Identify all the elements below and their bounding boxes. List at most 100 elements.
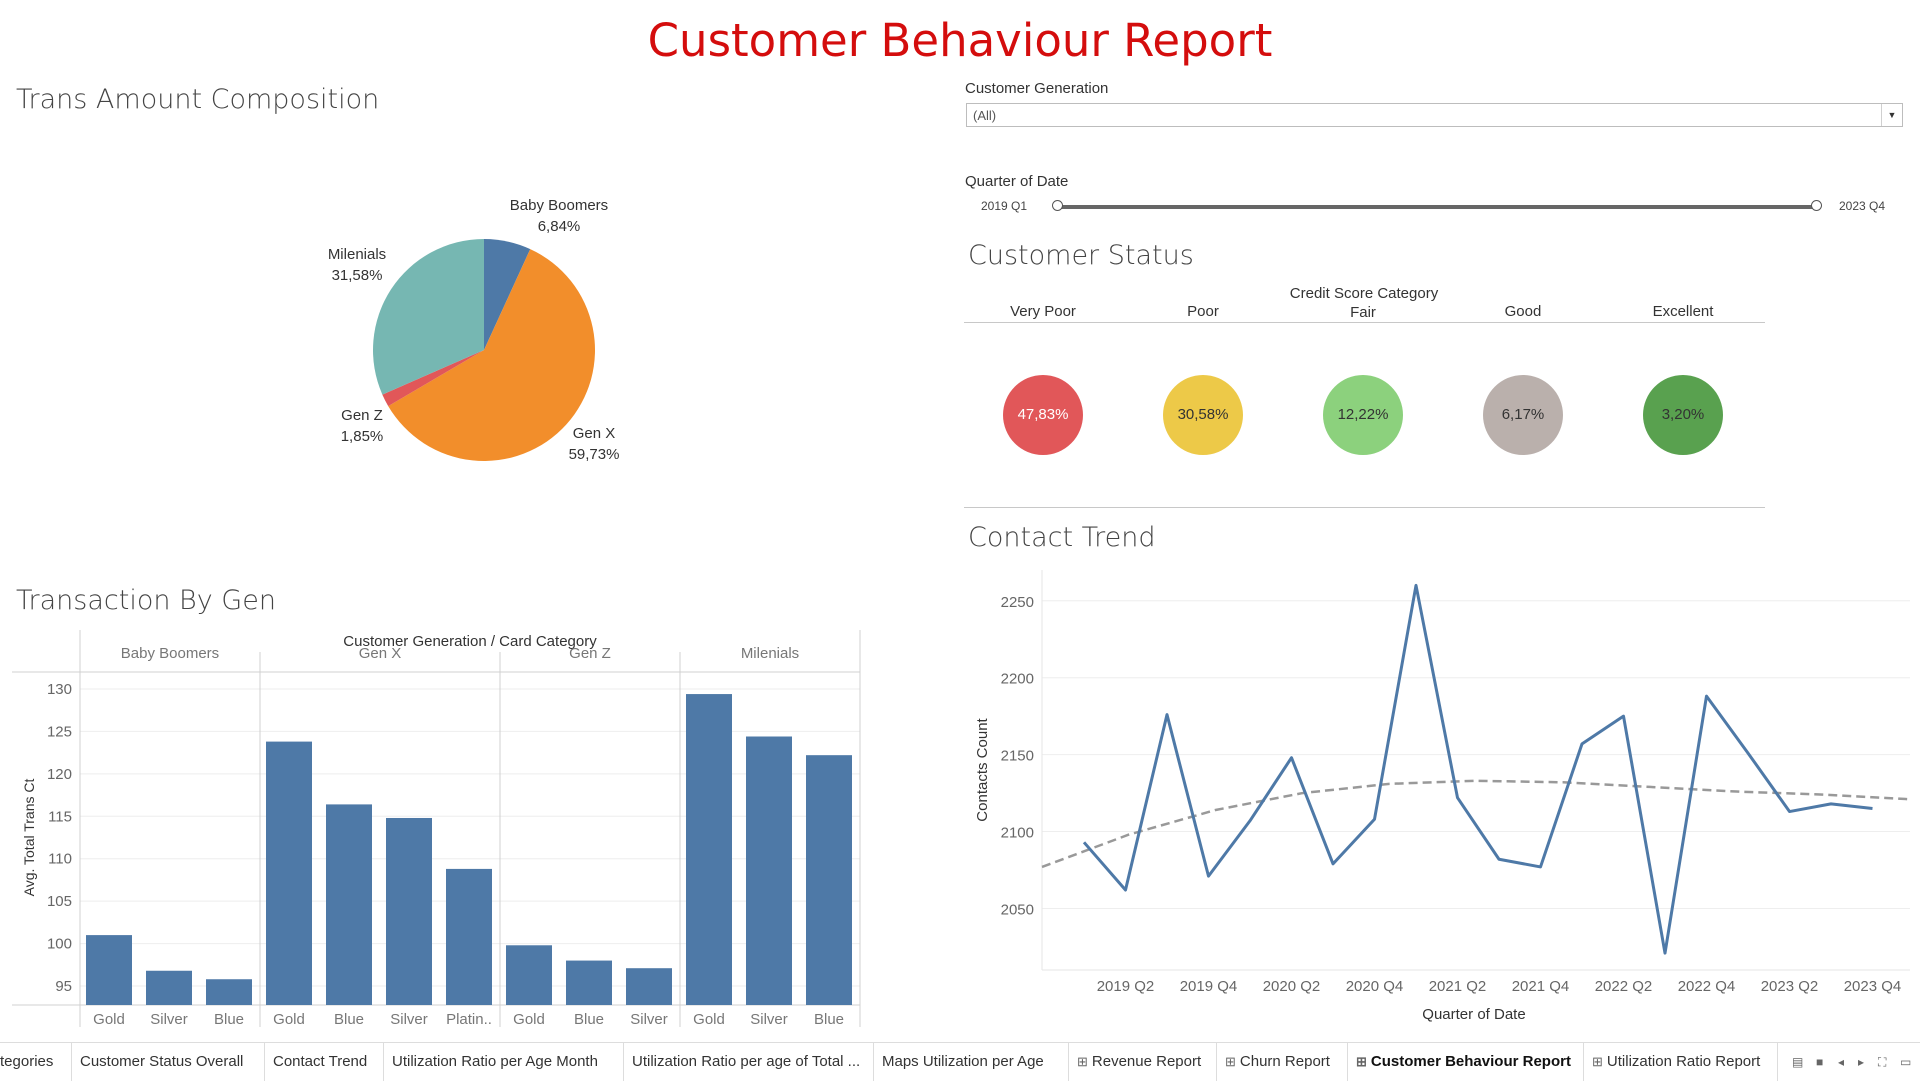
bar-y-tick: 105 (47, 893, 72, 910)
tab-label: Churn Report (1239, 1053, 1330, 1070)
tab-tegories[interactable]: tegories (0, 1043, 72, 1081)
customer-generation-dropdown[interactable]: (All) ▼ (966, 103, 1903, 127)
status-col-poor: Poor (1187, 303, 1219, 320)
bar-baby-boomers-silver[interactable] (146, 970, 192, 1005)
pie-label-name: Gen X (573, 425, 616, 442)
fullscreen-icon[interactable]: ⛶ (1878, 1055, 1886, 1070)
tab-utilization-ratio-per-age-of-total[interactable]: Utilization Ratio per age of Total ... (624, 1043, 874, 1081)
bar-milenials-blue[interactable] (806, 755, 852, 1005)
next-sheet-icon[interactable]: ▸ (1858, 1055, 1864, 1069)
pie-section-title: Trans Amount Composition (16, 84, 380, 115)
bar-gen-x-platin[interactable] (446, 868, 492, 1005)
filmstrip-icon[interactable]: ■ (1816, 1055, 1823, 1069)
bar-x-tick: Silver (390, 1011, 428, 1028)
bar-x-tick: Blue (334, 1011, 364, 1028)
line-x-tick: 2020 Q4 (1346, 978, 1404, 995)
status-col-very-poor: Very Poor (1010, 303, 1076, 320)
contacts-count-line[interactable] (1082, 583, 1873, 955)
bar-x-tick: Blue (214, 1011, 244, 1028)
bar-gen-z-blue[interactable] (566, 960, 612, 1005)
bar-x-tick: Platin.. (446, 1011, 492, 1028)
bar-x-tick: Blue (574, 1011, 604, 1028)
tab-utilization-ratio-report[interactable]: ⊞ Utilization Ratio Report (1584, 1043, 1778, 1081)
bar-x-tick: Silver (150, 1011, 188, 1028)
line-y-tick: 2050 (1001, 901, 1034, 918)
bar-x-tick: Gold (693, 1011, 725, 1028)
pie-label-pct: 31,58% (332, 267, 383, 284)
status-circle-very-poor[interactable]: 47,83% (1003, 375, 1083, 455)
bar-gen-z-gold[interactable] (506, 945, 552, 1005)
bar-y-tick: 115 (48, 808, 72, 825)
status-header-divider (964, 322, 1765, 323)
status-circle-good[interactable]: 6,17% (1483, 375, 1563, 455)
tab-label: tegories (0, 1053, 54, 1070)
bar-y-tick: 110 (48, 851, 72, 868)
quarter-start-label: 2019 Q1 (981, 199, 1028, 213)
tab-label: Customer Behaviour Report (1370, 1053, 1571, 1070)
bar-section-title: Transaction By Gen (16, 585, 276, 616)
prev-sheet-icon[interactable]: ◂ (1838, 1055, 1844, 1069)
tab-customer-status-overall[interactable]: Customer Status Overall (72, 1043, 265, 1081)
tab-label: Utilization Ratio per Age Month (392, 1053, 598, 1070)
quarter-slider-end-handle[interactable] (1811, 200, 1822, 211)
line-x-tick: 2022 Q4 (1678, 978, 1736, 995)
line-x-tick: 2022 Q2 (1595, 978, 1653, 995)
bar-gen-x-silver[interactable] (386, 817, 432, 1005)
line-x-axis-title: Quarter of Date (1422, 1006, 1525, 1023)
bar-baby-boomers-blue[interactable] (206, 979, 252, 1005)
line-x-tick: 2021 Q4 (1512, 978, 1570, 995)
chevron-down-icon[interactable]: ▼ (1881, 104, 1902, 126)
bar-milenials-gold[interactable] (686, 694, 732, 1005)
pie-label-name: Baby Boomers (510, 197, 608, 214)
pie-label-pct: 59,73% (569, 446, 620, 463)
line-y-tick: 2200 (1001, 671, 1034, 688)
line-x-tick: 2019 Q2 (1097, 978, 1155, 995)
pie-label-pct: 6,84% (538, 218, 581, 235)
quarter-slider-start-handle[interactable] (1052, 200, 1063, 211)
bar-gen-z-silver[interactable] (626, 968, 672, 1005)
tab-contact-trend[interactable]: Contact Trend (265, 1043, 384, 1081)
status-col-fair: Fair (1350, 304, 1376, 321)
tab-revenue-report[interactable]: ⊞ Revenue Report (1069, 1043, 1217, 1081)
tab-churn-report[interactable]: ⊞ Churn Report (1217, 1043, 1348, 1081)
bar-milenials-silver[interactable] (746, 736, 792, 1005)
bar-group-label: Gen Z (569, 645, 611, 662)
status-col-excellent: Excellent (1652, 303, 1714, 320)
line-x-tick: 2021 Q2 (1429, 978, 1487, 995)
bar-group-label: Milenials (741, 645, 799, 662)
bar-baby-boomers-gold[interactable] (86, 935, 132, 1005)
dropdown-value: (All) (973, 108, 997, 123)
bar-x-tick: Gold (513, 1011, 545, 1028)
line-y-tick: 2100 (1001, 825, 1034, 842)
bar-x-tick: Blue (814, 1011, 844, 1028)
contact-trend-chart: 2050 2100 2150 2200 2250 2019 Q2 2019 Q4 2020 Q… (974, 570, 1911, 1023)
tab-label: Maps Utilization per Age (882, 1053, 1044, 1070)
status-circle-excellent[interactable]: 3,20% (1643, 375, 1723, 455)
tab-maps-utilization-per-age[interactable]: Maps Utilization per Age (874, 1043, 1069, 1081)
line-y-tick: 2150 (1001, 748, 1034, 765)
quarter-end-label: 2023 Q4 (1839, 199, 1886, 213)
credit-score-header: Credit Score Category (1289, 285, 1439, 302)
pie-chart: Baby Boomers 6,84% Gen X 59,73% Gen Z 1,85% Mi… (328, 197, 620, 463)
line-y-axis-title: Contacts Count (974, 717, 991, 821)
status-circle-fair[interactable]: 12,22% (1323, 375, 1403, 455)
line-x-tick: 2019 Q4 (1180, 978, 1238, 995)
tab-utilization-ratio-per-age-month[interactable]: Utilization Ratio per Age Month (384, 1043, 624, 1081)
quarter-slider-track[interactable] (1055, 205, 1817, 209)
bar-x-tick: Gold (273, 1011, 305, 1028)
bar-y-tick: 120 (47, 766, 72, 783)
bar-x-tick: Silver (630, 1011, 668, 1028)
status-circle-poor[interactable]: 30,58% (1163, 375, 1243, 455)
dashboard-icon: ⊞ (1225, 1054, 1236, 1069)
bar-gen-x-gold[interactable] (266, 741, 312, 1005)
grid-view-icon[interactable]: ▤ (1792, 1055, 1803, 1069)
pie-label-name: Gen Z (341, 407, 383, 424)
dashboard-icon: ⊞ (1077, 1054, 1088, 1069)
bar-gen-x-blue[interactable] (326, 804, 372, 1005)
pie-label-name: Milenials (328, 246, 386, 263)
present-icon[interactable]: ▭ (1900, 1055, 1911, 1069)
tab-label: Customer Status Overall (80, 1053, 244, 1070)
tab-customer-behaviour-report[interactable]: ⊞ Customer Behaviour Report (1348, 1043, 1584, 1081)
bar-y-tick: 100 (47, 936, 72, 953)
quarter-filter-label: Quarter of Date (965, 173, 1069, 190)
